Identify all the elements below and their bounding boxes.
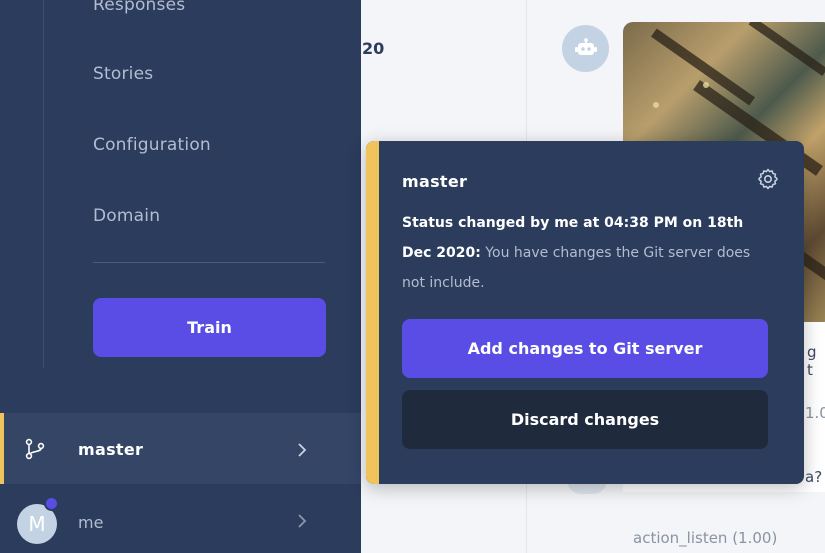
sidebar-item-configuration[interactable]: Configuration: [93, 135, 211, 155]
robot-icon: [574, 37, 597, 55]
user-name: me: [78, 513, 104, 532]
confidence-fragment: 1.00: [805, 404, 825, 422]
add-changes-button[interactable]: Add changes to Git server: [402, 319, 768, 378]
sidebar-item-stories[interactable]: Stories: [93, 64, 153, 84]
sidebar-item-responses[interactable]: Responses: [93, 0, 185, 15]
branch-name: master: [78, 440, 144, 459]
status-message: Status changed by me at 04:38 PM on 18th…: [402, 208, 764, 298]
message-text-fragment-2: a?: [805, 468, 823, 486]
git-status-popover: master Status changed by me at 04:38 PM …: [366, 141, 804, 484]
branch-accent-bar: [0, 413, 4, 484]
user-menu[interactable]: M me: [0, 484, 361, 553]
popover-title: master: [402, 172, 468, 191]
popover-accent-bar: [366, 141, 379, 484]
notification-dot: [44, 496, 59, 511]
message-text-fragment: g t: [807, 343, 817, 379]
git-branch-icon: [25, 438, 45, 460]
chevron-right-icon: [298, 443, 307, 457]
train-button[interactable]: Train: [93, 298, 326, 357]
sidebar-item-domain[interactable]: Domain: [93, 206, 160, 226]
bot-avatar: [562, 25, 609, 72]
conversation-date: 20: [362, 39, 385, 58]
chevron-right-icon: [298, 514, 307, 528]
sidebar: Responses Stories Configuration Domain T…: [0, 0, 361, 553]
sidebar-tree-line: [43, 0, 44, 368]
discard-changes-button[interactable]: Discard changes: [402, 390, 768, 449]
sidebar-divider: [93, 262, 325, 263]
branch-selector[interactable]: master: [0, 413, 361, 484]
gear-icon[interactable]: [756, 167, 780, 191]
action-label: action_listen (1.00): [633, 529, 778, 547]
